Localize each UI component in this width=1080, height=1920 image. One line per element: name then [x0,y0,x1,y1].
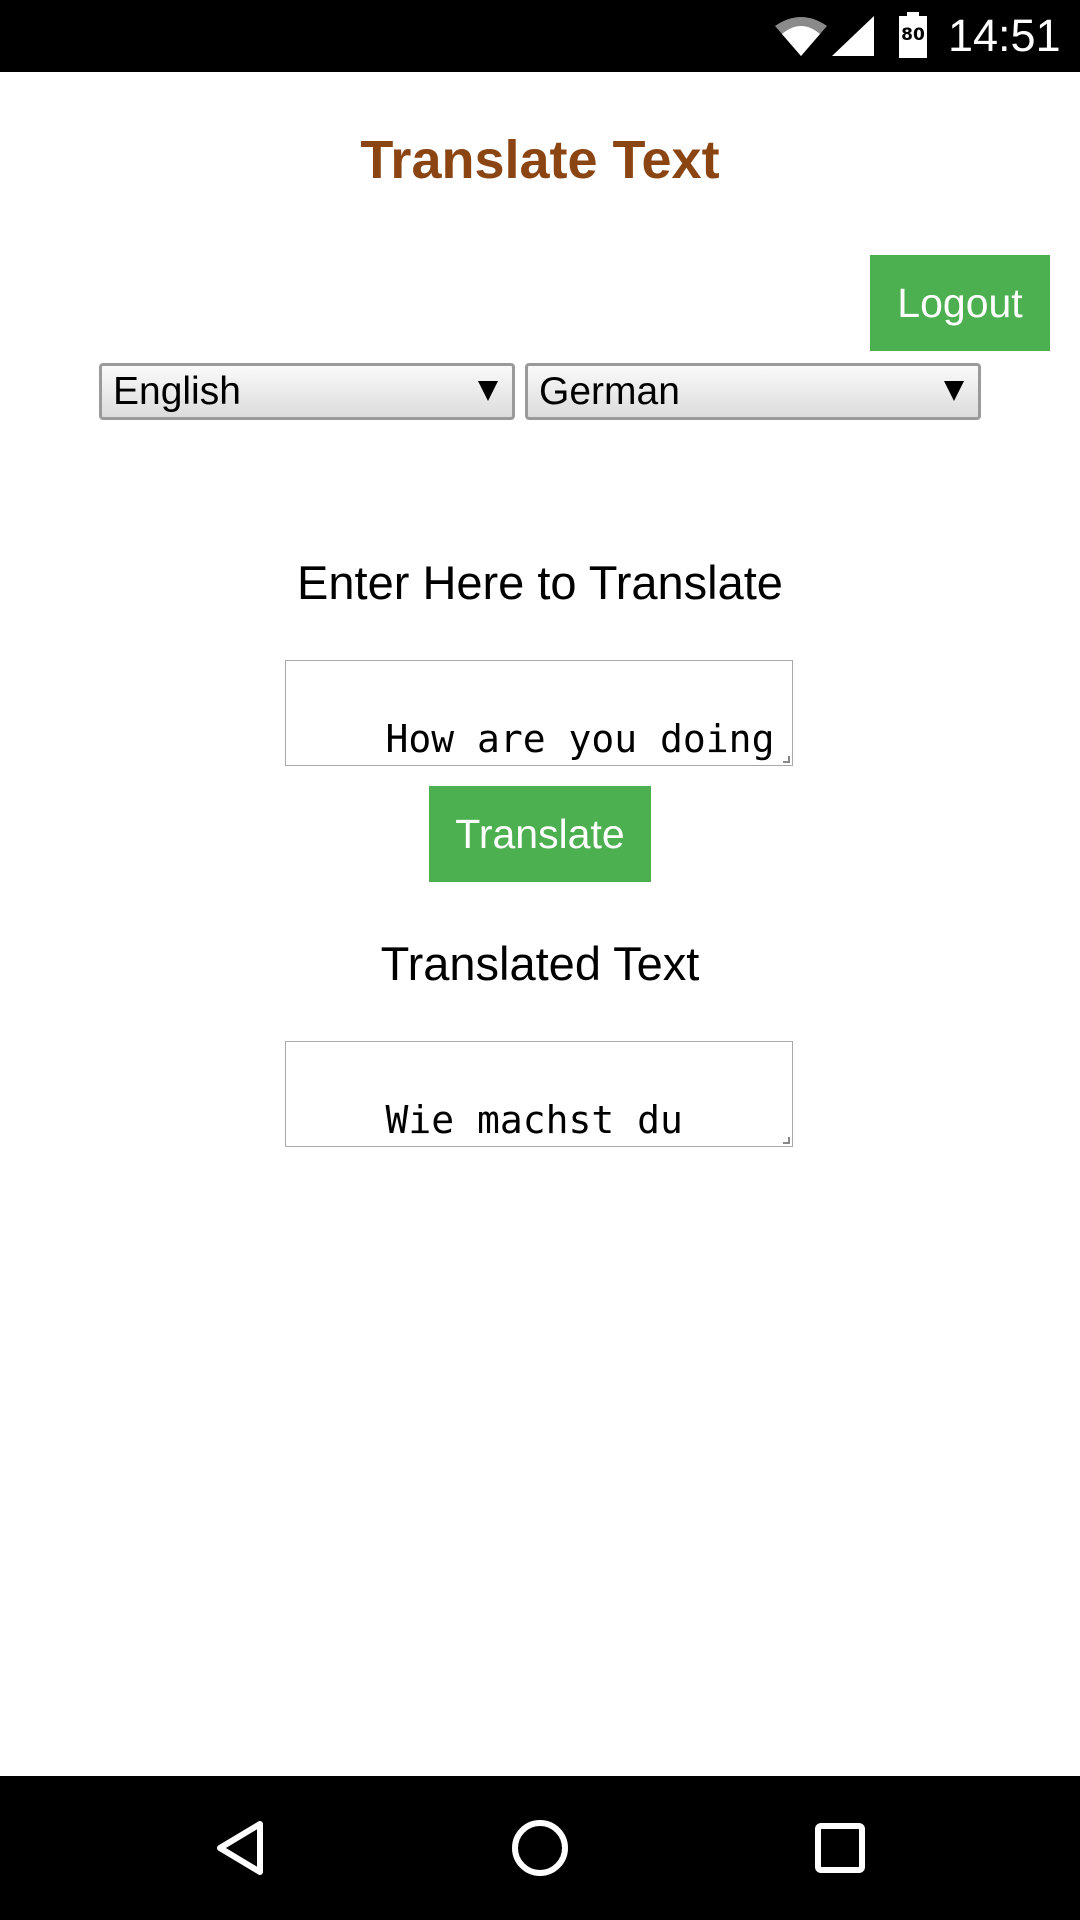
target-language-select[interactable]: German [525,363,981,420]
resize-grip-icon[interactable] [783,756,790,763]
battery-level-text: 80 [901,25,925,45]
status-bar: 80 14:51 [0,0,1080,72]
source-text-input[interactable]: How are you doing [285,660,793,766]
output-label: Translated Text [380,937,700,990]
target-language-value: German [539,370,680,413]
home-icon[interactable] [490,1798,590,1898]
translated-text-output[interactable]: Wie machst du [285,1041,793,1147]
resize-grip-icon[interactable] [783,1137,790,1144]
wifi-icon [775,17,827,56]
recents-icon[interactable] [790,1798,890,1898]
source-text-value: How are you doing [385,717,775,761]
logout-button[interactable]: Logout [870,255,1050,351]
app-screen: 80 14:51 Translate Text Logout English G… [0,0,1080,1920]
page-title: Translate Text [360,130,720,190]
source-language-value: English [113,370,241,413]
dropdown-arrow-icon [944,381,964,401]
dropdown-arrow-icon [478,381,498,401]
cell-signal-icon [832,16,874,56]
navigation-bar [0,1776,1080,1920]
source-language-select[interactable]: English [99,363,515,420]
status-clock: 14:51 [948,10,1061,61]
input-label: Enter Here to Translate [297,556,783,609]
translated-text-value: Wie machst du [385,1098,683,1142]
back-icon[interactable] [190,1798,290,1898]
translate-button[interactable]: Translate [429,786,651,882]
